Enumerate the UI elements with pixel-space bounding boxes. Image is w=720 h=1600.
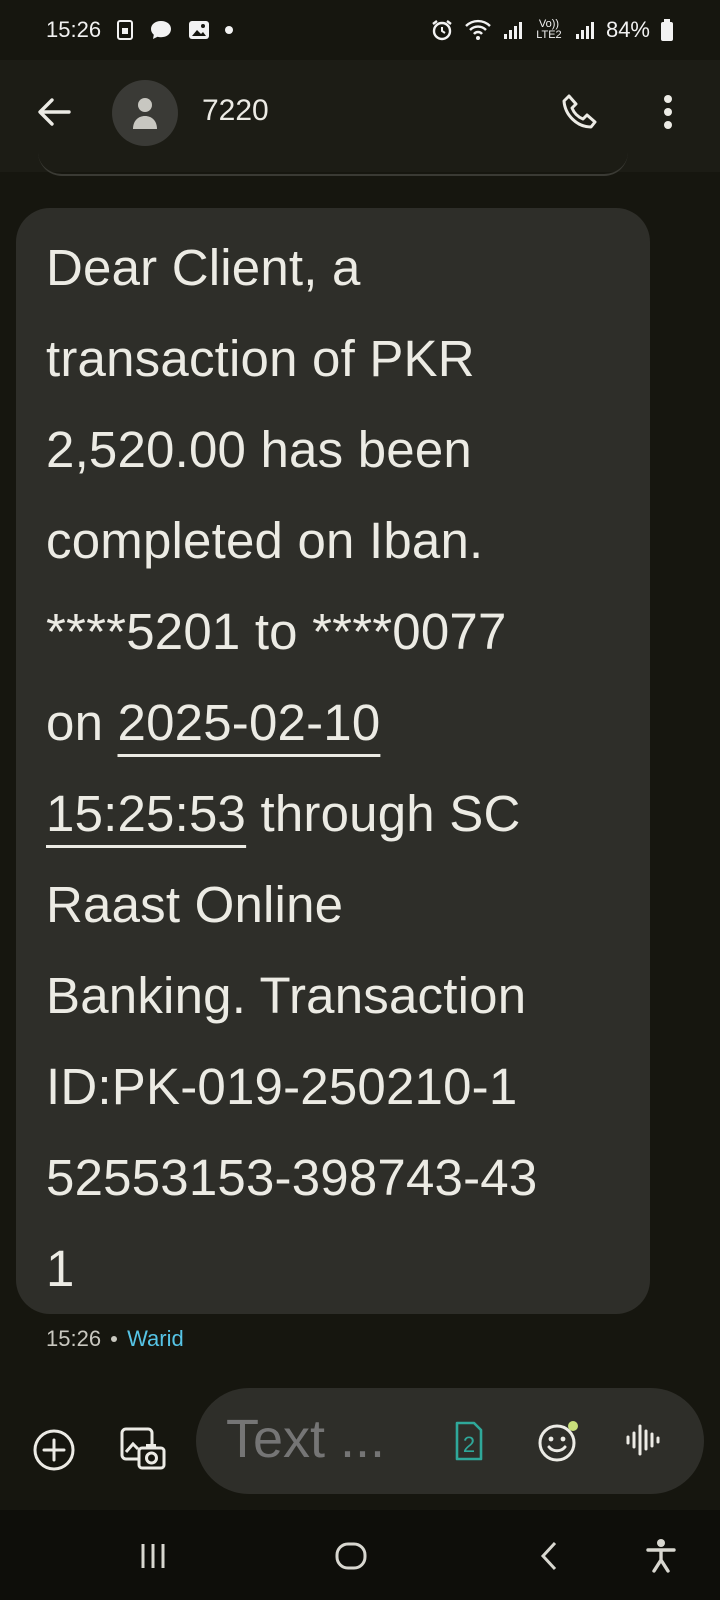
message-input[interactable]: [226, 1404, 426, 1474]
message-line: Raast Online: [46, 876, 344, 933]
battery-icon: [660, 18, 674, 42]
message-line: 52553153-398743-43: [46, 1149, 538, 1206]
status-time: 15:26: [46, 17, 102, 42]
compose-bar: 2: [196, 1388, 704, 1494]
battery-percent: 84%: [605, 17, 650, 42]
signal-1-icon: [502, 19, 524, 41]
carrier-label: Warid: [127, 1326, 184, 1351]
sim-slot-number: 2: [463, 1432, 475, 1457]
add-attachment-button[interactable]: [30, 1426, 78, 1474]
contact-avatar[interactable]: [112, 80, 178, 146]
more-options-button[interactable]: [650, 88, 686, 136]
date-link[interactable]: 2025-02-10: [118, 694, 381, 751]
gallery-camera-button[interactable]: [118, 1424, 168, 1474]
accessibility-button[interactable]: [636, 1534, 686, 1578]
chat-notification-icon: [149, 19, 173, 41]
home-button[interactable]: [326, 1534, 376, 1578]
recents-icon: [141, 1544, 165, 1568]
voice-waveform-icon: [626, 1424, 660, 1456]
message-body: Dear Client, a transaction of PKR 2,520.…: [46, 222, 636, 1314]
voice-record-button[interactable]: [624, 1420, 668, 1462]
sim-select-button[interactable]: 2: [454, 1420, 484, 1462]
sim-card-icon: 2: [455, 1421, 483, 1461]
message-line: completed on Iban.: [46, 512, 484, 569]
previous-message-edge: [38, 152, 628, 176]
navigation-bar: [0, 1510, 720, 1600]
message-line: Banking. Transaction: [46, 967, 527, 1024]
message-line: ID:PK-019-250210-1: [46, 1058, 518, 1115]
message-line: 15:25:53 through SC: [46, 768, 636, 859]
gallery-camera-icon: [120, 1427, 166, 1470]
emoji-icon: [538, 1421, 578, 1462]
add-circle-icon: [33, 1429, 75, 1471]
message-text: through SC: [246, 785, 521, 842]
messages-screen: 15:26 Vo)) LTE2 84% 7220 Dear Client, a …: [0, 0, 720, 1600]
back-button[interactable]: [32, 90, 76, 134]
emoji-button[interactable]: [536, 1418, 582, 1464]
message-line: 1: [46, 1240, 75, 1297]
message-line: ****5201 to ****0077: [46, 603, 507, 660]
message-line: Dear Client, a: [46, 239, 361, 296]
phone-icon: [562, 94, 597, 129]
status-bar: 15:26 Vo)) LTE2 84%: [0, 0, 720, 60]
sim-card-icon: [115, 19, 135, 41]
network-label: Vo)) LTE2: [536, 18, 562, 41]
alarm-icon: [430, 18, 454, 42]
message-timestamp: 15:26: [46, 1326, 102, 1351]
message-line: on 2025-02-10: [46, 677, 636, 768]
recents-button[interactable]: [128, 1534, 178, 1578]
message-line: transaction of PKR: [46, 330, 475, 387]
message-meta: 15:26 Warid: [46, 1326, 184, 1352]
nav-back-button[interactable]: [524, 1534, 574, 1578]
home-icon: [335, 1542, 367, 1570]
message-text: on: [46, 694, 118, 751]
more-vert-icon: [664, 95, 672, 129]
gallery-notification-icon: [187, 19, 211, 41]
contact-name: 7220: [202, 94, 269, 127]
time-link[interactable]: 15:25:53: [46, 785, 246, 842]
call-button[interactable]: [556, 88, 604, 136]
accessibility-icon: [646, 1539, 676, 1573]
wifi-icon: [464, 19, 492, 41]
meta-separator: [111, 1336, 118, 1342]
message-line: 2,520.00 has been: [46, 421, 472, 478]
arrow-left-icon: [38, 98, 71, 126]
chevron-left-icon: [540, 1541, 557, 1571]
signal-2-icon: [574, 19, 596, 41]
person-icon: [133, 98, 157, 129]
more-notifications-dot: [225, 26, 234, 34]
